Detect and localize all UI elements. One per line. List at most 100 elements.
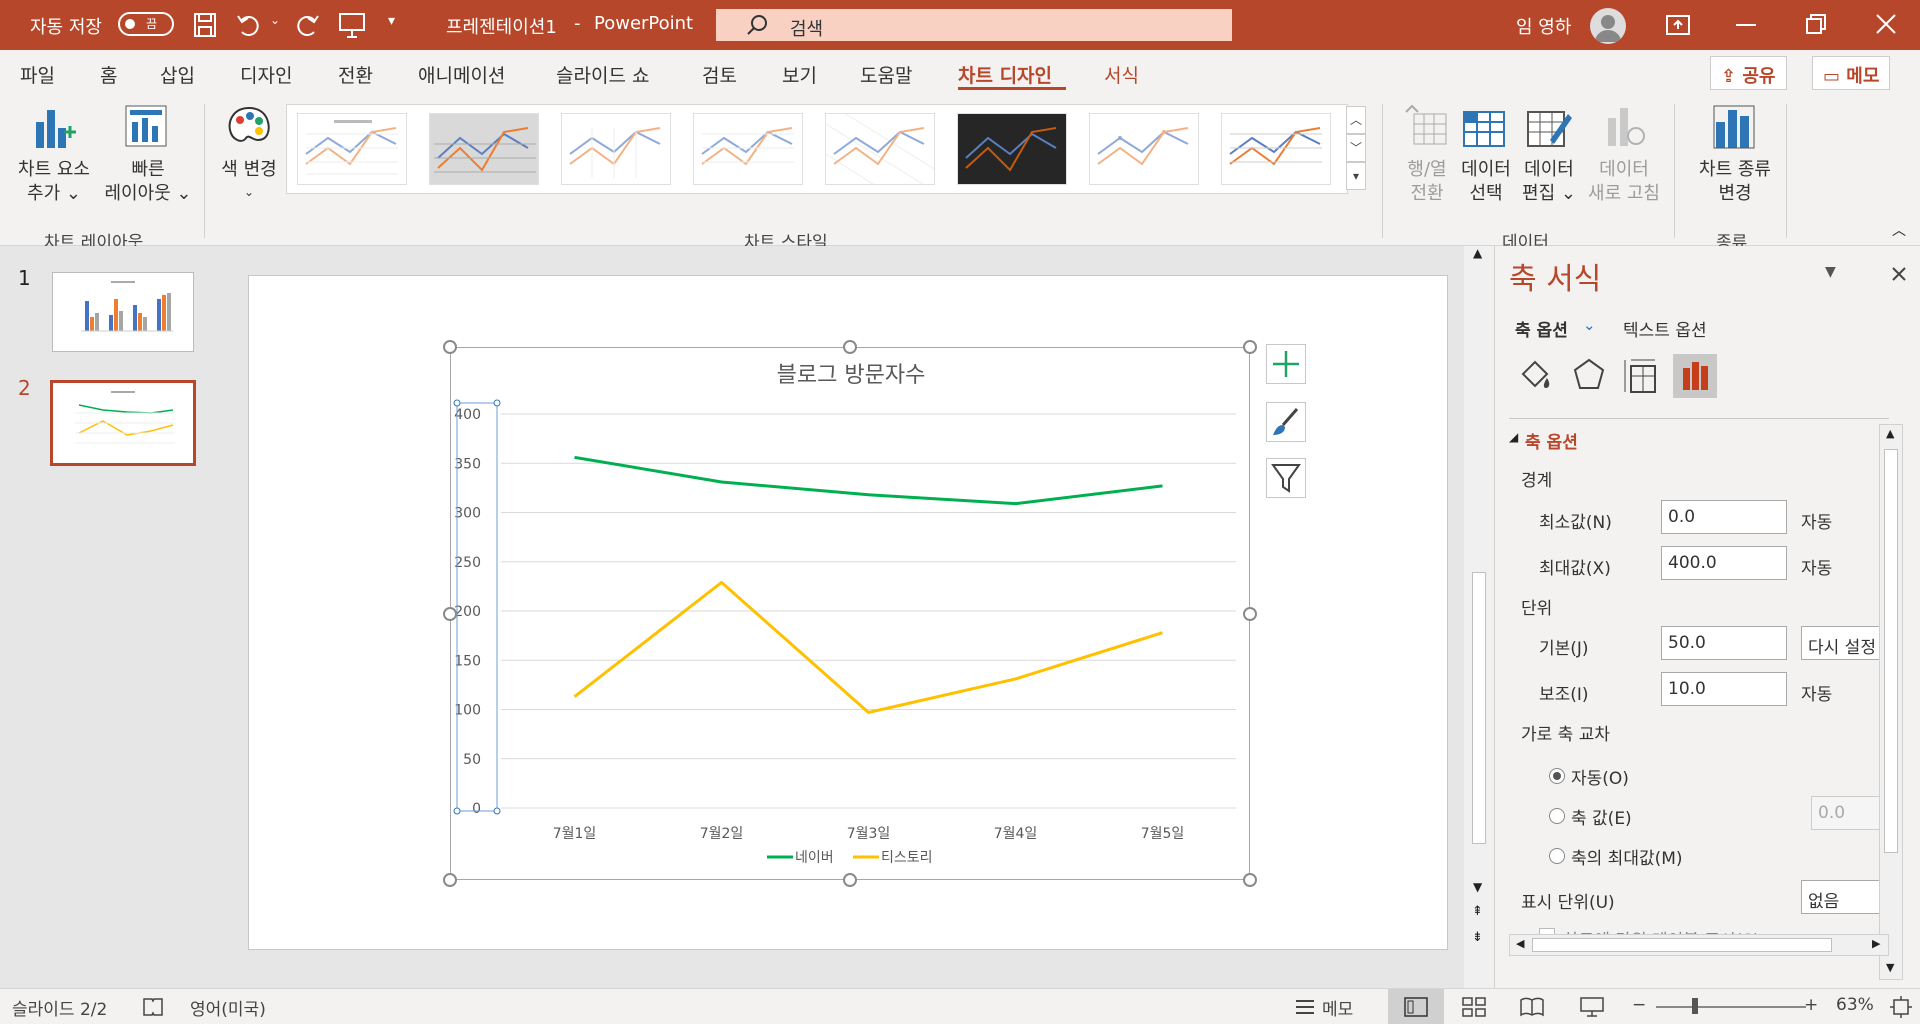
change-colors-button[interactable]: 색 변경 ⌄ [212, 104, 286, 206]
slide-thumbnail-2[interactable] [50, 380, 196, 466]
crosses-max-radio[interactable] [1549, 848, 1565, 864]
pane-vertical-scrollbar[interactable]: ▲ ▼ [1879, 424, 1903, 980]
autosave-toggle[interactable]: 끔 [118, 12, 174, 36]
scroll-down-icon[interactable]: ▼ [1473, 880, 1482, 894]
tab-review[interactable]: 검토 [702, 61, 737, 88]
resize-handle-bl[interactable] [443, 873, 457, 887]
chart-elements-button[interactable] [1266, 344, 1306, 384]
minimize-icon[interactable] [1736, 24, 1756, 26]
editor-vertical-scrollbar[interactable]: ▲ ▼ ⇞ ⇟ [1464, 246, 1494, 988]
crosses-value-input[interactable]: 0.0 [1811, 796, 1889, 830]
pane-scroll-thumb[interactable] [1884, 449, 1898, 853]
tab-slideshow[interactable]: 슬라이드 쇼 [556, 61, 649, 88]
reading-view-icon[interactable] [1520, 997, 1544, 1017]
zoom-slider[interactable] [1656, 1006, 1806, 1008]
save-icon[interactable] [194, 13, 216, 37]
tab-help[interactable]: 도움말 [860, 61, 912, 88]
resize-handle-br[interactable] [1243, 873, 1257, 887]
crosses-auto-radio[interactable] [1549, 768, 1565, 784]
search-box[interactable]: 검색 [716, 9, 1232, 41]
fit-to-window-icon[interactable] [1890, 996, 1912, 1018]
gallery-more-button[interactable]: ▾ [1346, 162, 1366, 190]
chart-style-3[interactable] [561, 113, 671, 185]
ribbon-display-options-icon[interactable] [1666, 15, 1690, 35]
tab-animations[interactable]: 애니메이션 [418, 61, 505, 88]
change-chart-type-button[interactable]: 차트 종류 변경 [1680, 104, 1790, 206]
resize-handle-tr[interactable] [1243, 340, 1257, 354]
tab-design[interactable]: 디자인 [240, 61, 292, 88]
collapse-ribbon-icon[interactable]: ︿ [1892, 220, 1906, 240]
select-data-button[interactable]: 데이터 선택 [1456, 104, 1516, 206]
close-icon[interactable] [1876, 14, 1896, 34]
language-indicator[interactable]: 영어(미국) [190, 995, 266, 1020]
spell-check-icon[interactable] [142, 997, 164, 1017]
avatar[interactable] [1590, 8, 1626, 44]
normal-view-button[interactable] [1388, 989, 1444, 1024]
pane-scroll-left-icon[interactable]: ◀ [1516, 937, 1524, 950]
slideshow-icon[interactable] [1580, 997, 1604, 1017]
slide-sorter-icon[interactable] [1462, 997, 1486, 1017]
pane-scroll-right-icon[interactable]: ▶ [1872, 937, 1880, 950]
size-properties-icon[interactable] [1621, 356, 1661, 396]
chart-style-8[interactable] [1221, 113, 1331, 185]
undo-dropdown-icon[interactable]: ⌄ [270, 13, 280, 27]
scroll-thumb[interactable] [1472, 572, 1486, 844]
tab-home[interactable]: 홈 [100, 61, 117, 88]
resize-handle-ml[interactable] [443, 607, 457, 621]
tab-transitions[interactable]: 전환 [338, 61, 373, 88]
zoom-slider-thumb[interactable] [1692, 998, 1698, 1014]
axis-options-icon-selected[interactable] [1673, 354, 1717, 398]
tab-view[interactable]: 보기 [782, 61, 817, 88]
pane-options-icon[interactable]: ▼ [1825, 264, 1836, 280]
notes-button[interactable]: 메모 [1322, 995, 1353, 1020]
chart-style-4[interactable] [693, 113, 803, 185]
redo-icon[interactable] [294, 12, 320, 38]
refresh-data-button[interactable]: 데이터 새로 고침 [1582, 104, 1666, 206]
major-unit-input[interactable]: 50.0 [1661, 626, 1787, 660]
pane-scroll-down-icon[interactable]: ▼ [1886, 961, 1894, 974]
tab-chart-design[interactable]: 차트 디자인 [958, 61, 1052, 88]
tab-format[interactable]: 서식 [1104, 61, 1139, 88]
resize-handle-mr[interactable] [1243, 607, 1257, 621]
chart-style-5[interactable] [825, 113, 935, 185]
pane-horizontal-scrollbar[interactable]: ◀ ▶ [1509, 934, 1889, 956]
scroll-up-icon[interactable]: ▲ [1473, 246, 1482, 260]
edit-data-button[interactable]: 데이터 편집 ⌄ [1516, 104, 1582, 206]
previous-slide-icon[interactable]: ⇞ [1472, 904, 1483, 919]
effects-icon[interactable] [1569, 356, 1609, 396]
section-collapse-icon[interactable]: ◢ [1509, 430, 1518, 444]
chart-area[interactable]: 블로그 방문자수 0 50 100 150 200 250 300 350 400 7월1일 7월2일… [450, 347, 1250, 880]
resize-handle-bm[interactable] [843, 873, 857, 887]
pane-hscroll-thumb[interactable] [1532, 938, 1832, 952]
tab-insert[interactable]: 삽입 [160, 61, 195, 88]
pane-close-icon[interactable] [1891, 266, 1907, 282]
gallery-scroll-down[interactable]: ﹀ [1346, 134, 1366, 162]
section-axis-options[interactable]: 축 옵션 [1525, 428, 1578, 453]
quick-layout-button[interactable]: 빠른 레이아웃 ⌄ [100, 104, 196, 206]
comments-button[interactable]: ▭ 메모 [1812, 56, 1891, 90]
chart-style-1[interactable] [297, 113, 407, 185]
chart-style-2[interactable] [429, 113, 539, 185]
gallery-scroll-up[interactable]: ︿ [1346, 106, 1366, 134]
pane-scroll-up-icon[interactable]: ▲ [1886, 427, 1894, 440]
resize-handle-tm[interactable] [843, 340, 857, 354]
major-unit-reset-button[interactable]: 다시 설정 [1801, 626, 1889, 660]
min-input[interactable]: 0.0 [1661, 500, 1787, 534]
share-button[interactable]: ⇪ 공유 [1710, 56, 1787, 90]
minor-unit-input[interactable]: 10.0 [1661, 672, 1787, 706]
slide-thumbnail-1[interactable] [52, 272, 194, 352]
zoom-out-icon[interactable]: − [1632, 995, 1646, 1015]
chart-styles-button[interactable] [1266, 402, 1306, 442]
max-input[interactable]: 400.0 [1661, 546, 1787, 580]
switch-row-column-button[interactable]: 행/열 전환 [1392, 104, 1462, 206]
crosses-value-radio[interactable] [1549, 808, 1565, 824]
add-chart-element-button[interactable]: 차트 요소 추가 ⌄ [6, 104, 102, 206]
present-icon[interactable] [338, 12, 366, 38]
zoom-level[interactable]: 63% [1836, 995, 1874, 1015]
axis-options-dropdown-icon[interactable]: ⌄ [1583, 316, 1596, 334]
customize-qat-icon[interactable]: ▾ [388, 13, 395, 29]
display-units-select[interactable]: 없음 ▾ [1801, 880, 1889, 914]
chart-style-6[interactable] [957, 113, 1067, 185]
tab-axis-options[interactable]: 축 옵션 [1515, 316, 1568, 341]
resize-handle-tl[interactable] [443, 340, 457, 354]
